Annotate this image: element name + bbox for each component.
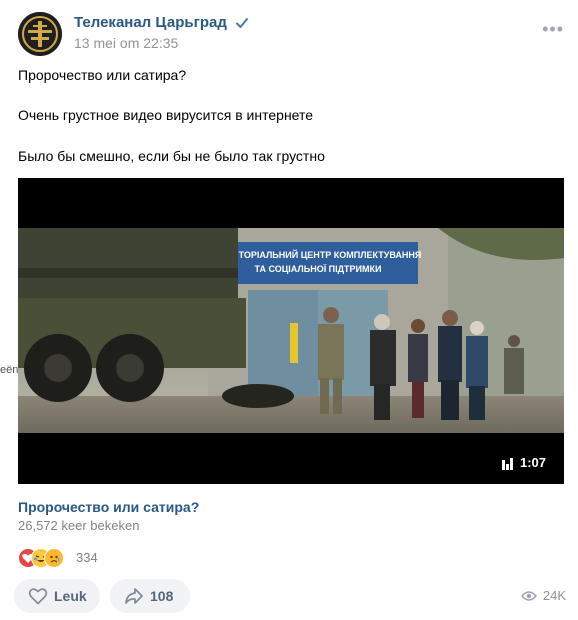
- video-view-count: 26,572 keer bekeken: [18, 518, 140, 533]
- eye-icon: [520, 590, 537, 601]
- channel-name[interactable]: Телеканал Царьград: [74, 14, 249, 31]
- sad-icon: [44, 548, 64, 568]
- more-options-icon[interactable]: •••: [542, 20, 564, 38]
- post-date[interactable]: 13 mei om 22:35: [74, 35, 178, 51]
- video-title-link[interactable]: Пророчество или сатира?: [18, 499, 199, 515]
- video-quality-icon: [501, 457, 513, 470]
- share-button[interactable]: 108: [110, 579, 190, 613]
- video-duration: 1:07: [501, 455, 546, 470]
- sign-text-2: ТА СОЦІАЛЬНОЇ ПІДТРИМКИ: [255, 264, 382, 274]
- post-text-line-2: Очень грустное видео вирусится в интерне…: [18, 107, 314, 123]
- video-duration-text: 1:07: [519, 455, 546, 470]
- side-label: eën: [0, 364, 19, 376]
- video-thumbnail: ТЕРИТОРІАЛЬНИЙ ЦЕНТР КОМПЛЕКТУВАННЯ ТА С…: [18, 228, 564, 433]
- channel-name-text[interactable]: Телеканал Царьград: [74, 14, 227, 31]
- video-player[interactable]: ТЕРИТОРІАЛЬНИЙ ЦЕНТР КОМПЛЕКТУВАННЯ ТА С…: [18, 178, 564, 484]
- post-card: Телеканал Царьград 13 mei om 22:35 ••• П…: [0, 0, 578, 620]
- heart-outline-icon: [28, 588, 48, 605]
- post-text-line-3: Было бы смешно, если бы не было так грус…: [18, 148, 325, 164]
- post-text-line-1: Пророчество или сатира?: [18, 67, 187, 83]
- share-arrow-icon: [125, 588, 143, 604]
- like-button[interactable]: Leuk: [14, 579, 100, 613]
- like-label: Leuk: [54, 588, 87, 604]
- share-count: 108: [150, 588, 174, 604]
- channel-avatar[interactable]: [18, 12, 62, 56]
- verified-icon: [236, 18, 249, 29]
- post-view-count: 24K: [542, 588, 566, 603]
- post-views: 24K: [520, 588, 566, 603]
- reaction-count: 334: [76, 550, 98, 565]
- sign-text-1: ТЕРИТОРІАЛЬНИЙ ЦЕНТР КОМПЛЕКТУВАННЯ: [215, 249, 422, 260]
